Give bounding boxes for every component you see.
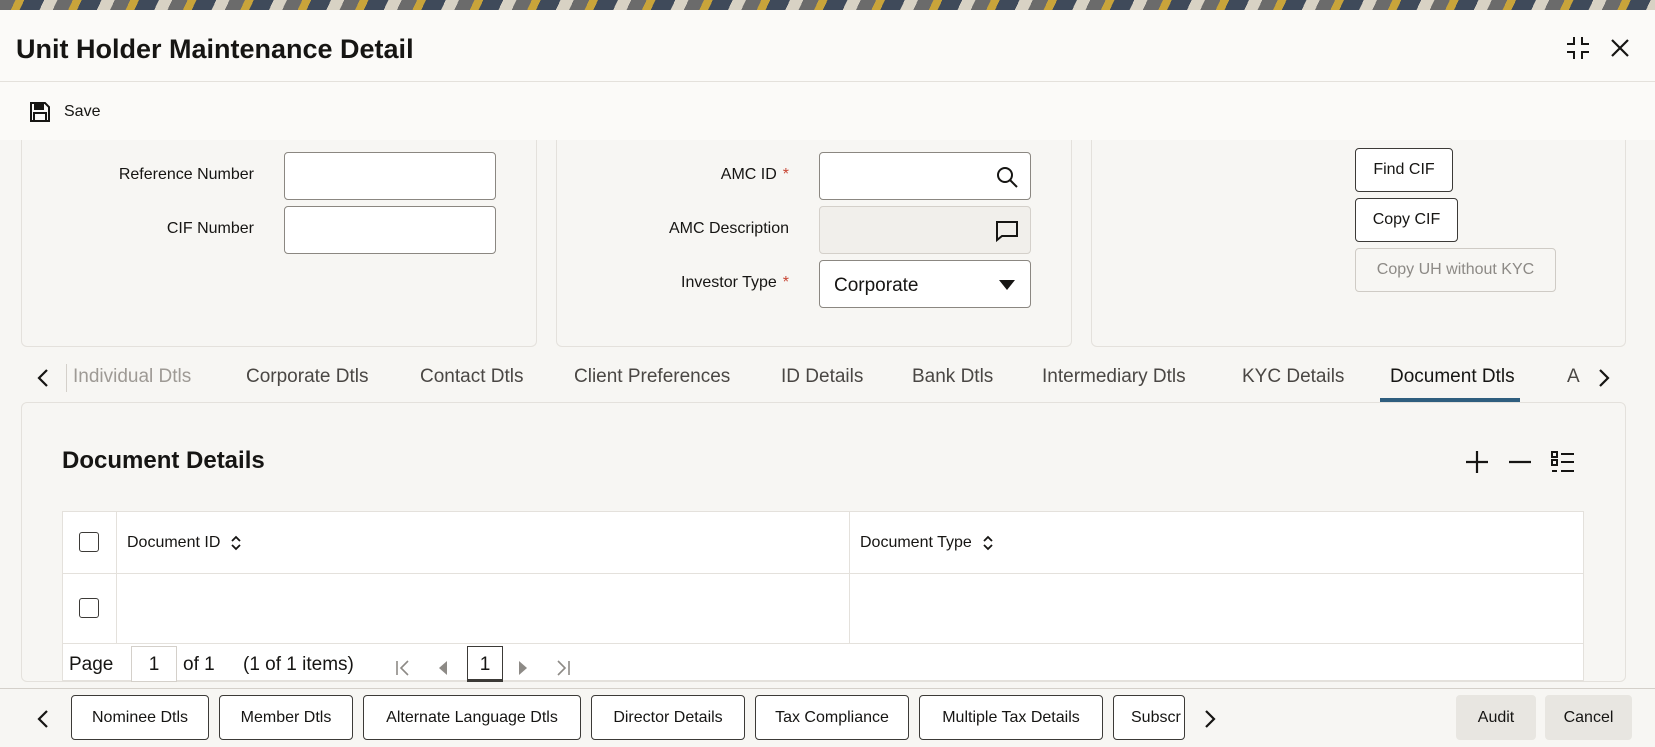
save-icon xyxy=(30,102,50,122)
caret-down-icon xyxy=(994,272,1020,298)
copy-uh-without-kyc-button[interactable]: Copy UH without KYC xyxy=(1355,248,1556,292)
table-row[interactable] xyxy=(63,574,1583,644)
reference-number-input[interactable] xyxy=(284,152,496,200)
multiple-tax-details-button[interactable]: Multiple Tax Details xyxy=(919,695,1103,740)
previous-page-icon[interactable] xyxy=(433,658,453,678)
tab-client-preferences[interactable]: Client Preferences xyxy=(574,366,730,388)
amc-id-input[interactable] xyxy=(820,153,990,199)
director-details-button[interactable]: Director Details xyxy=(591,695,745,740)
amc-description-field xyxy=(819,206,1031,254)
select-all-checkbox[interactable] xyxy=(79,532,99,552)
amc-id-field[interactable] xyxy=(819,152,1031,200)
document-details-card: Document Details Document ID Document Ty… xyxy=(21,402,1626,682)
required-mark: * xyxy=(782,166,789,183)
first-page-icon[interactable] xyxy=(393,658,413,678)
column-header-document-type[interactable]: Document Type xyxy=(860,534,994,552)
dialog-header: Unit Holder Maintenance Detail xyxy=(0,10,1655,82)
column-divider xyxy=(116,512,117,644)
tab-bank-dtls[interactable]: Bank Dtls xyxy=(912,366,993,388)
page-number-input[interactable]: 1 xyxy=(131,646,177,682)
tab-bar: Individual Dtls Corporate Dtls Contact D… xyxy=(0,352,1655,402)
column-header-document-id[interactable]: Document ID xyxy=(127,534,242,552)
add-row-icon[interactable] xyxy=(1462,447,1492,477)
find-cif-button[interactable]: Find CIF xyxy=(1355,148,1453,192)
reference-panel: Reference Number CIF Number xyxy=(21,140,537,347)
last-page-icon[interactable] xyxy=(553,658,573,678)
investor-type-select[interactable]: Corporate xyxy=(819,260,1031,308)
copy-cif-button[interactable]: Copy CIF xyxy=(1355,198,1458,242)
tab-divider xyxy=(66,364,67,392)
section-title: Document Details xyxy=(62,447,265,474)
reference-number-label: Reference Number xyxy=(118,166,254,183)
toolbar: Save xyxy=(0,82,1655,140)
tab-id-details[interactable]: ID Details xyxy=(781,366,863,388)
search-icon[interactable] xyxy=(994,164,1020,190)
list-view-icon[interactable] xyxy=(1548,447,1578,477)
chevron-left-icon[interactable] xyxy=(31,707,55,731)
amc-id-label: AMC ID xyxy=(720,166,777,183)
required-mark: * xyxy=(782,274,789,291)
amc-panel: AMC ID * AMC Description Investor Type * C… xyxy=(556,140,1072,347)
alternate-language-dtls-button[interactable]: Alternate Language Dtls xyxy=(363,695,581,740)
tab-truncated[interactable]: A xyxy=(1567,366,1581,388)
subscription-button-truncated[interactable]: Subscr xyxy=(1113,695,1185,740)
chevron-left-icon[interactable] xyxy=(31,366,55,390)
page-label: Page xyxy=(69,654,114,675)
page-title: Unit Holder Maintenance Detail xyxy=(16,34,414,64)
amc-id-label-wrap: AMC ID * xyxy=(721,166,789,184)
investor-type-value: Corporate xyxy=(834,275,919,296)
member-dtls-button[interactable]: Member Dtls xyxy=(219,695,353,740)
audit-button[interactable]: Audit xyxy=(1456,695,1536,740)
tab-kyc-details[interactable]: KYC Details xyxy=(1242,366,1344,388)
cancel-button[interactable]: Cancel xyxy=(1545,695,1632,740)
save-label: Save xyxy=(64,103,101,120)
document-table: Document ID Document Type Page 1 of 1 (1… xyxy=(62,511,1584,682)
tab-individual-dtls[interactable]: Individual Dtls xyxy=(73,366,191,388)
investor-type-label: Investor Type xyxy=(681,274,777,291)
pagination-bar: Page 1 of 1 (1 of 1 items) 1 xyxy=(63,646,1583,682)
nominee-dtls-button[interactable]: Nominee Dtls xyxy=(71,695,209,740)
page-count-label: of 1 xyxy=(183,654,215,675)
current-page-button[interactable]: 1 xyxy=(467,646,503,682)
next-page-icon[interactable] xyxy=(513,658,533,678)
sort-icon[interactable] xyxy=(230,535,242,551)
decorative-banner xyxy=(0,0,1655,10)
chevron-right-icon[interactable] xyxy=(1592,366,1616,390)
amc-description-label: AMC Description xyxy=(668,220,789,237)
column-label: Document Type xyxy=(860,534,972,551)
tax-compliance-button[interactable]: Tax Compliance xyxy=(755,695,909,740)
sort-icon[interactable] xyxy=(982,535,994,551)
row-checkbox[interactable] xyxy=(79,598,99,618)
cif-number-input[interactable] xyxy=(284,206,496,254)
table-header-row: Document ID Document Type xyxy=(63,512,1583,574)
column-label: Document ID xyxy=(127,534,221,551)
cif-number-label: CIF Number xyxy=(166,220,254,237)
actions-panel: Find CIF Copy CIF Copy UH without KYC xyxy=(1091,140,1626,347)
tab-intermediary-dtls[interactable]: Intermediary Dtls xyxy=(1042,366,1186,388)
delete-row-icon[interactable] xyxy=(1505,447,1535,477)
footer-bar: Nominee Dtls Member Dtls Alternate Langu… xyxy=(0,688,1655,747)
column-divider xyxy=(849,512,850,644)
save-button[interactable]: Save xyxy=(28,100,100,124)
comment-icon[interactable] xyxy=(994,218,1020,244)
tab-document-dtls[interactable]: Document Dtls xyxy=(1390,366,1515,388)
tab-corporate-dtls[interactable]: Corporate Dtls xyxy=(246,366,369,388)
minimize-icon[interactable] xyxy=(1562,32,1594,64)
tab-contact-dtls[interactable]: Contact Dtls xyxy=(420,366,523,388)
chevron-right-icon[interactable] xyxy=(1198,707,1222,731)
items-count-label: (1 of 1 items) xyxy=(243,654,354,675)
investor-type-label-wrap: Investor Type * xyxy=(681,274,789,292)
close-icon[interactable] xyxy=(1604,32,1636,64)
